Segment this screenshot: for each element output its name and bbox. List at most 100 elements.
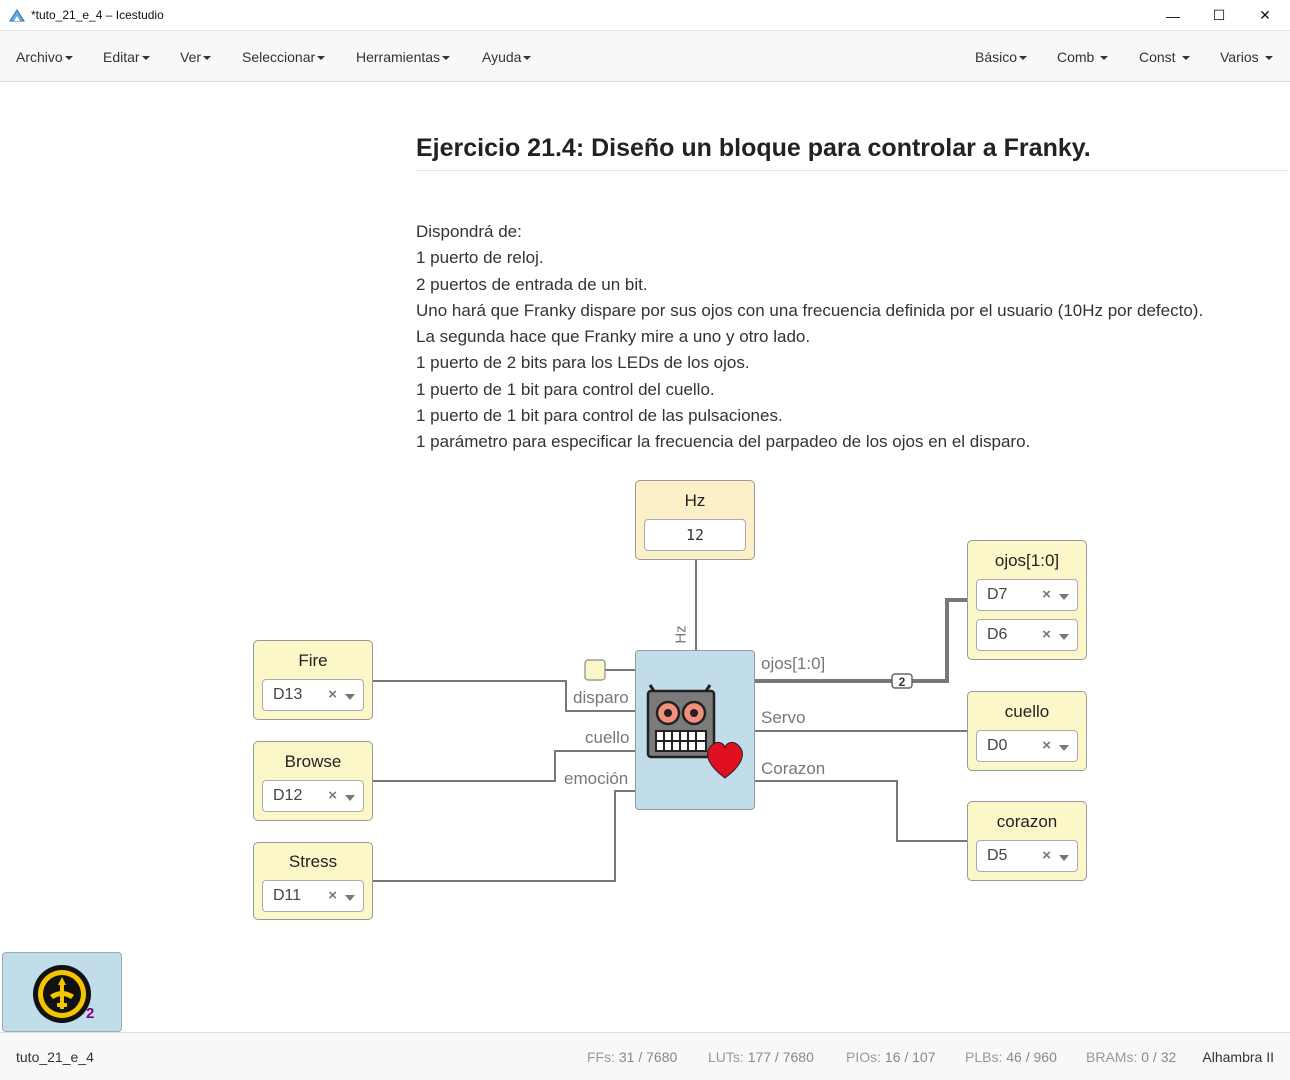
stat-brams: BRAMs: 0 / 32 [1086, 1049, 1176, 1065]
menu-bar: Archivo Editar Ver Seleccionar Herramien… [0, 31, 1290, 82]
clear-icon[interactable]: × [1042, 847, 1051, 864]
caret-down-icon [442, 56, 451, 61]
dropdown-arrow-icon[interactable] [1059, 745, 1069, 751]
pin-select[interactable]: D13 × [262, 679, 364, 711]
menu-varios[interactable]: Varios [1220, 49, 1273, 65]
menu-const[interactable]: Const [1139, 49, 1190, 65]
menu-seleccionar[interactable]: Seleccionar [242, 49, 326, 65]
close-button[interactable]: ✕ [1242, 0, 1288, 31]
clear-icon[interactable]: × [328, 686, 337, 703]
menu-label: Ayuda [482, 49, 522, 65]
dropdown-arrow-icon[interactable] [1059, 855, 1069, 861]
dropdown-arrow-icon[interactable] [1059, 634, 1069, 640]
robot-heart-icon [646, 684, 743, 779]
port-label-disparo: disparo [573, 688, 629, 707]
input-label: Fire [298, 651, 328, 670]
stat-value: 31 / 7680 [618, 1049, 678, 1065]
caret-down-icon [523, 56, 532, 61]
output-corazon-block[interactable]: corazon D5 × [967, 801, 1087, 881]
menu-ver[interactable]: Ver [180, 49, 212, 65]
title-bar: *tuto_21_e_4 – Icestudio — ☐ ✕ [0, 0, 1290, 31]
caret-down-icon [203, 56, 212, 61]
pin-select[interactable]: D0 × [976, 730, 1078, 762]
caret-down-icon [64, 56, 73, 61]
port-label-ojos: ojos[1:0] [761, 654, 826, 673]
clear-icon[interactable]: × [1042, 586, 1051, 603]
info-line: 1 puerto de 1 bit para control de las pu… [416, 406, 783, 426]
pin-value: D0 [987, 737, 1008, 754]
clear-icon[interactable]: × [328, 887, 337, 904]
stat-value: 16 / 107 [884, 1049, 936, 1065]
pin-select[interactable]: D5 × [976, 840, 1078, 872]
jedi-logo-icon [33, 965, 91, 1023]
constant-label: Hz [684, 491, 706, 510]
stat-pios: PIOs: 16 / 107 [846, 1049, 936, 1065]
stat-luts: LUTs: 177 / 7680 [708, 1049, 814, 1065]
port-label-corazon: Corazon [761, 759, 826, 778]
window-title: *tuto_21_e_4 – Icestudio [31, 8, 164, 22]
pin-value: D5 [987, 847, 1008, 864]
clear-icon[interactable]: × [1042, 737, 1051, 754]
info-line: La segunda hace que Franky mire a uno y … [416, 327, 811, 347]
port-label-servo: Servo [761, 708, 806, 727]
menu-ayuda[interactable]: Ayuda [482, 49, 532, 65]
icestudio-logo-icon [9, 9, 25, 22]
pin-select[interactable]: D6 × [976, 619, 1078, 651]
minimize-button[interactable]: — [1150, 0, 1196, 31]
pin-select[interactable]: D12 × [262, 780, 364, 812]
output-label: cuello [1004, 702, 1050, 721]
menu-herramientas[interactable]: Herramientas [356, 49, 451, 65]
info-text: Dispondrá de: 1 puerto de reloj. 2 puert… [416, 219, 1203, 456]
pin-value: D6 [987, 626, 1008, 643]
dropdown-arrow-icon[interactable] [345, 895, 355, 901]
menu-label: Seleccionar [242, 49, 316, 65]
pin-select[interactable]: D7 × [976, 579, 1078, 611]
input-fire-block[interactable]: Fire D13 × [253, 640, 373, 720]
pin-value: D7 [987, 586, 1008, 603]
menu-editar[interactable]: Editar [103, 49, 150, 65]
collection-count-badge: 2 [86, 1005, 95, 1022]
clear-icon[interactable]: × [328, 787, 337, 804]
menu-comb[interactable]: Comb [1057, 49, 1109, 65]
pin-value: D11 [273, 887, 302, 904]
caret-down-icon [1264, 56, 1273, 61]
menu-archivo[interactable]: Archivo [16, 49, 73, 65]
caret-down-icon [1019, 56, 1028, 61]
menu-label: Ver [180, 49, 202, 65]
menu-label: Herramientas [356, 49, 441, 65]
caret-down-icon [141, 56, 150, 61]
port-label-cuello: cuello [585, 728, 630, 747]
dropdown-arrow-icon[interactable] [345, 694, 355, 700]
status-filename: tuto_21_e_4 [16, 1049, 94, 1065]
info-line: 1 puerto de reloj. [416, 248, 544, 268]
collection-button[interactable]: 2 [2, 952, 122, 1032]
info-line: 1 parámetro para especificar la frecuenc… [416, 432, 1031, 452]
pin-select[interactable]: D11 × [262, 880, 364, 912]
menu-label: Const [1139, 49, 1176, 65]
maximize-button[interactable]: ☐ [1196, 0, 1242, 31]
menu-label: Editar [103, 49, 140, 65]
board-selector[interactable]: Alhambra II [1202, 1049, 1274, 1065]
caret-down-icon [317, 56, 326, 61]
input-browse-block[interactable]: Browse D12 × [253, 741, 373, 821]
dropdown-arrow-icon[interactable] [345, 795, 355, 801]
constant-value-input[interactable]: 12 [644, 519, 746, 551]
stat-value: 0 / 32 [1141, 1049, 1177, 1065]
menu-label: Archivo [16, 49, 63, 65]
input-label: Stress [288, 852, 338, 871]
input-stress-block[interactable]: Stress D11 × [253, 842, 373, 920]
menu-basico[interactable]: Básico [975, 49, 1028, 65]
port-label-emocion: emoción [564, 769, 629, 788]
dropdown-arrow-icon[interactable] [1059, 594, 1069, 600]
output-ojos-block[interactable]: ojos[1:0] D7 × D6 × [967, 540, 1087, 660]
output-cuello-block[interactable]: cuello D0 × [967, 691, 1087, 771]
clear-icon[interactable]: × [1042, 626, 1051, 643]
franky-code-block[interactable] [635, 650, 755, 810]
stat-plbs: PLBs: 46 / 960 [965, 1049, 1057, 1065]
constant-hz-block[interactable]: Hz 12 [635, 480, 755, 560]
pin-value: D12 [273, 787, 303, 804]
stat-label: BRAMs: [1086, 1049, 1138, 1065]
output-label: ojos[1:0] [994, 551, 1060, 570]
info-line: Uno hará que Franky dispare por sus ojos… [416, 300, 1204, 320]
info-line: Dispondrá de: [416, 222, 522, 241]
